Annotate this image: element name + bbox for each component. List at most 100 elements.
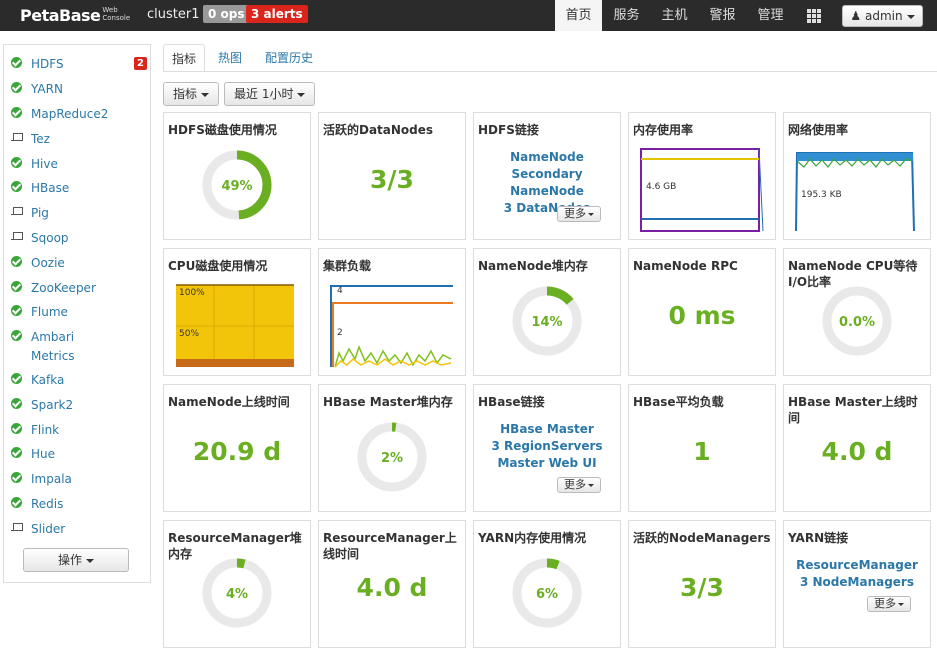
chevron-down-icon bbox=[201, 92, 210, 97]
ops-badge[interactable]: 0 ops bbox=[203, 5, 250, 23]
widget-title: 内存使用率 bbox=[633, 123, 694, 137]
widget-cpu-usage[interactable]: CPU磁盘使用情况 100% 50% bbox=[163, 248, 311, 376]
brand-logo[interactable]: PetaBase Web Console bbox=[20, 4, 130, 26]
laptop-icon bbox=[11, 207, 23, 216]
sidebar-item-hue[interactable]: Hue bbox=[4, 443, 150, 463]
sidebar-item-kafka[interactable]: Kafka bbox=[4, 369, 150, 389]
sidebar-item-tez[interactable]: Tez bbox=[4, 128, 150, 148]
load-line-cpus bbox=[330, 285, 453, 367]
widget-namenode-uptime[interactable]: NameNode上线时间 20.9 d bbox=[163, 384, 311, 512]
widget-hbase-avg-load[interactable]: HBase平均负载 1 bbox=[628, 384, 776, 512]
widget-namenode-cpu-wio[interactable]: NameNode CPU等待I/O比率 0.0% bbox=[783, 248, 931, 376]
widget-title: 网络使用率 bbox=[788, 123, 849, 137]
sidebar-item-slider[interactable]: Slider bbox=[4, 518, 150, 538]
sidebar-item-yarn[interactable]: YARN bbox=[4, 78, 150, 98]
sidebar-item-redis[interactable]: Redis bbox=[4, 493, 150, 513]
widget-namenode-heap[interactable]: NameNode堆内存 14% bbox=[473, 248, 621, 376]
laptop-icon bbox=[11, 232, 23, 241]
donut-arc bbox=[546, 286, 574, 305]
load-line-procs bbox=[334, 358, 452, 368]
widget-resourcemanager-uptime[interactable]: ResourceManager上线时间 4.0 d bbox=[318, 520, 466, 648]
sidebar-item-hbase[interactable]: HBase bbox=[4, 177, 150, 197]
link-regionservers[interactable]: 3 RegionServers bbox=[474, 438, 620, 455]
nav-admin[interactable]: 管理 bbox=[747, 0, 794, 31]
chevron-down-icon bbox=[588, 483, 594, 487]
tab-config-history[interactable]: 配置历史 bbox=[257, 44, 321, 72]
widget-yarn-memory[interactable]: YARN内存使用情况 6% bbox=[473, 520, 621, 648]
tab-heatmaps[interactable]: 热图 bbox=[210, 44, 250, 72]
sidebar-item-pig[interactable]: Pig bbox=[4, 202, 150, 222]
widget-network-usage[interactable]: 网络使用率 195.3 KB bbox=[783, 112, 931, 240]
tab-metrics[interactable]: 指标 bbox=[163, 44, 206, 72]
sidebar-item-mapreduce2[interactable]: MapReduce2 bbox=[4, 103, 150, 123]
sidebar-item-label: Tez bbox=[31, 132, 50, 146]
sidebar-item-sqoop[interactable]: Sqoop bbox=[4, 227, 150, 247]
widget-title: HBase Master上线时间 bbox=[788, 395, 918, 425]
widget-hbase-master-heap[interactable]: HBase Master堆内存 2% bbox=[318, 384, 466, 512]
sidebar-item-spark2[interactable]: Spark2 bbox=[4, 394, 150, 414]
donut-chart: 6% bbox=[512, 558, 582, 628]
link-secondary-namenode[interactable]: Secondary NameNode bbox=[474, 166, 620, 200]
user-icon: ♟ bbox=[850, 9, 862, 23]
widget-cluster-load[interactable]: 集群负载 4 2 bbox=[318, 248, 466, 376]
check-circle-icon bbox=[11, 256, 22, 267]
brand-sub-web: Web bbox=[102, 6, 118, 14]
cpu-axis-mid: 50% bbox=[179, 329, 199, 339]
nav-alerts[interactable]: 警报 bbox=[699, 0, 746, 31]
sidebar-item-oozie[interactable]: Oozie bbox=[4, 252, 150, 272]
nav-services[interactable]: 服务 bbox=[603, 0, 650, 31]
load-axis-mid: 2 bbox=[337, 328, 343, 338]
metrics-actions-dropdown[interactable]: 指标 bbox=[163, 82, 220, 106]
widget-yarn-links: YARN链接 ResourceManager 3 NodeManagers 更多 bbox=[783, 520, 931, 648]
service-actions-label: 操作 bbox=[57, 553, 82, 567]
nav-dashboard[interactable]: 首页 bbox=[555, 0, 602, 31]
sidebar-item-flume[interactable]: Flume bbox=[4, 301, 150, 321]
widget-title: HBase Master堆内存 bbox=[323, 395, 453, 409]
sidebar-item-label-line2: Metrics bbox=[31, 349, 75, 363]
link-hbase-master[interactable]: HBase Master bbox=[474, 421, 620, 438]
link-namenode[interactable]: NameNode bbox=[474, 149, 620, 166]
sidebar-item-label: Hive bbox=[31, 157, 58, 171]
more-button[interactable]: 更多 bbox=[557, 477, 601, 493]
sidebar-item-ambari[interactable]: Ambari Metrics bbox=[4, 326, 150, 363]
alert-count-badge[interactable]: 2 bbox=[134, 57, 147, 70]
sidebar-item-zookeeper[interactable]: ZooKeeper bbox=[4, 277, 150, 297]
time-range-dropdown[interactable]: 最近 1小时 bbox=[224, 82, 316, 106]
cpu-area-user bbox=[176, 359, 294, 367]
donut-label: 4% bbox=[226, 587, 248, 602]
service-actions-button[interactable]: 操作 bbox=[23, 548, 129, 572]
widget-hdfs-disk-usage[interactable]: HDFS磁盘使用情况 49% bbox=[163, 112, 311, 240]
sidebar-item-flink[interactable]: Flink bbox=[4, 419, 150, 439]
nav-hosts[interactable]: 主机 bbox=[651, 0, 698, 31]
network-chart: 195.3 KB bbox=[795, 152, 915, 232]
donut-chart: 4% bbox=[202, 558, 272, 628]
user-menu-button[interactable]: ♟ admin bbox=[842, 5, 923, 27]
alerts-badge[interactable]: 3 alerts bbox=[246, 5, 308, 23]
widget-live-nodemanagers[interactable]: 活跃的NodeManagers 3/3 bbox=[628, 520, 776, 648]
sidebar-item-label: Flink bbox=[31, 423, 60, 437]
donut-chart: 0.0% bbox=[822, 286, 892, 356]
widget-namenode-rpc[interactable]: NameNode RPC 0 ms bbox=[628, 248, 776, 376]
sidebar-item-impala[interactable]: Impala bbox=[4, 468, 150, 488]
memory-chart: 4.6 GB bbox=[640, 148, 764, 232]
widget-live-datanodes[interactable]: 活跃的DataNodes 3/3 bbox=[318, 112, 466, 240]
widget-title: 活跃的NodeManagers bbox=[633, 531, 771, 545]
widget-memory-usage[interactable]: 内存使用率 4.6 GB bbox=[628, 112, 776, 240]
donut-chart: 14% bbox=[512, 286, 582, 356]
sidebar-item-hive[interactable]: Hive bbox=[4, 153, 150, 173]
sidebar-item-hdfs[interactable]: HDFS 2 bbox=[4, 53, 150, 73]
link-master-web-ui[interactable]: Master Web UI bbox=[474, 455, 620, 472]
link-nodemanagers[interactable]: 3 NodeManagers bbox=[784, 574, 930, 591]
widget-title: HBase链接 bbox=[478, 395, 545, 409]
load-line-1min bbox=[334, 344, 452, 368]
widget-resourcemanager-heap[interactable]: ResourceManager堆内存 4% bbox=[163, 520, 311, 648]
views-grid-icon[interactable] bbox=[807, 9, 821, 23]
link-resourcemanager[interactable]: ResourceManager bbox=[784, 557, 930, 574]
widget-title: HDFS磁盘使用情况 bbox=[168, 123, 277, 137]
widget-hbase-master-uptime[interactable]: HBase Master上线时间 4.0 d bbox=[783, 384, 931, 512]
donut-label: 0.0% bbox=[839, 315, 875, 330]
sidebar-item-label: Sqoop bbox=[31, 231, 69, 245]
widget-title: YARN链接 bbox=[788, 531, 849, 545]
more-button[interactable]: 更多 bbox=[867, 596, 911, 612]
more-button[interactable]: 更多 bbox=[557, 206, 601, 222]
